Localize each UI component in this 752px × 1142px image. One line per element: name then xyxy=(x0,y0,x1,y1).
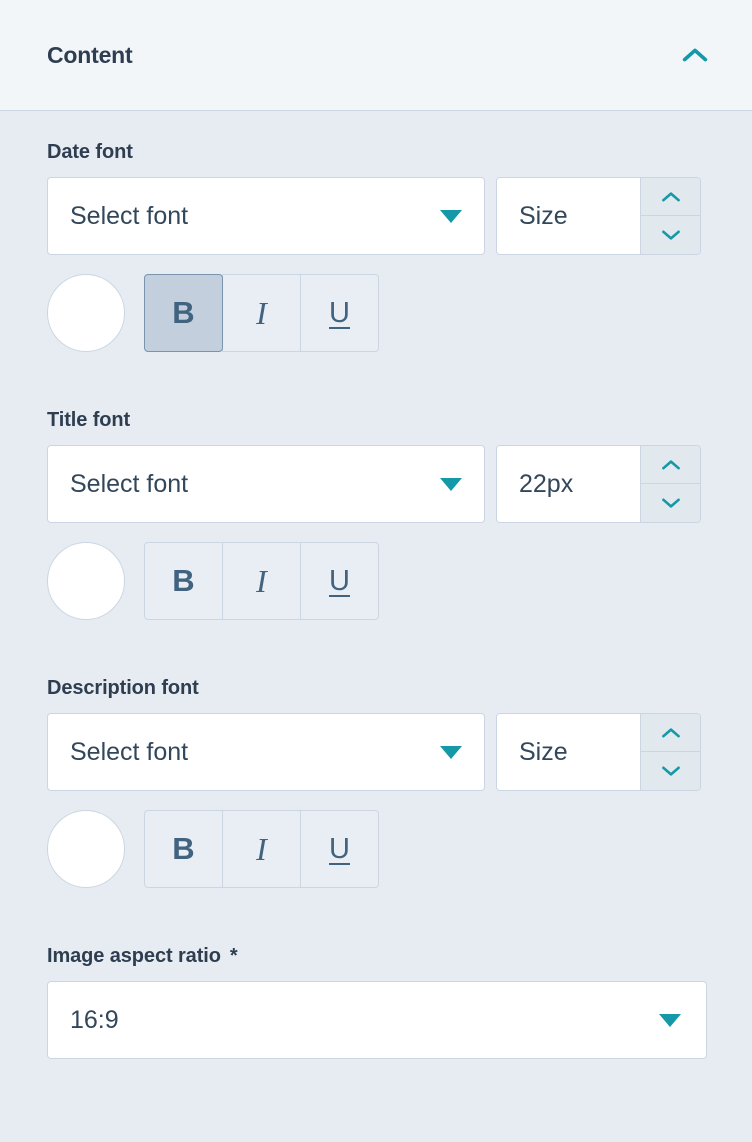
date-font-style-row: B I U xyxy=(47,274,705,352)
date-font-bold-button[interactable]: B xyxy=(144,274,223,352)
title-font-size-decrement-button[interactable] xyxy=(641,484,700,522)
bold-icon: B xyxy=(172,831,195,866)
content-settings-panel: Content Date font Select font Size B I U… xyxy=(0,0,752,1142)
date-font-style-buttons: B I U xyxy=(144,274,379,352)
description-font-underline-button[interactable]: U xyxy=(300,810,379,888)
date-font-label: Date font xyxy=(47,141,133,163)
description-font-size-stepper xyxy=(640,714,700,790)
title-font-size-increment-button[interactable] xyxy=(641,446,700,484)
date-font-size-combo xyxy=(496,177,701,255)
description-font-bold-button[interactable]: B xyxy=(144,810,223,888)
chevron-down-icon xyxy=(440,745,462,759)
title-font-italic-button[interactable]: I xyxy=(222,542,301,620)
date-font-size-stepper xyxy=(640,178,700,254)
description-font-size-decrement-button[interactable] xyxy=(641,752,700,790)
required-asterisk: * xyxy=(229,945,238,967)
panel-body: Date font Select font Size B I U Title f… xyxy=(0,111,752,1142)
description-font-select-value: Select font xyxy=(70,737,189,766)
chevron-up-icon xyxy=(661,191,680,201)
date-font-size-input[interactable] xyxy=(497,178,640,254)
description-font-select[interactable]: Select font xyxy=(47,713,485,791)
title-font-size-input[interactable] xyxy=(497,446,640,522)
description-font-size-combo xyxy=(496,713,701,791)
title-font-size-combo xyxy=(496,445,701,523)
title-font-underline-button[interactable]: U xyxy=(300,542,379,620)
title-font-bold-button[interactable]: B xyxy=(144,542,223,620)
underline-icon: U xyxy=(329,564,350,597)
image-aspect-ratio-value: 16:9 xyxy=(70,1005,119,1034)
bold-icon: B xyxy=(172,563,195,598)
date-font-size-decrement-button[interactable] xyxy=(641,216,700,254)
collapse-panel-button[interactable] xyxy=(678,38,712,72)
image-aspect-ratio-label: Image aspect ratio * xyxy=(47,945,705,968)
description-font-color-swatch[interactable] xyxy=(47,810,125,888)
chevron-down-icon xyxy=(440,477,462,491)
title-font-size-stepper xyxy=(640,446,700,522)
date-font-underline-button[interactable]: U xyxy=(300,274,379,352)
chevron-down-icon xyxy=(440,209,462,223)
title-font-color-swatch[interactable] xyxy=(47,542,125,620)
title-font-select[interactable]: Select font xyxy=(47,445,485,523)
title-font-select-value: Select font xyxy=(70,469,189,498)
description-font-style-buttons: B I U xyxy=(144,810,379,888)
description-font-group: Description font Select font Size B I U xyxy=(47,677,705,888)
title-font-group: Title font Select font 22px B I U xyxy=(47,409,705,620)
chevron-down-icon xyxy=(661,766,680,776)
chevron-up-icon xyxy=(661,727,680,737)
underline-icon: U xyxy=(329,296,350,329)
date-font-color-swatch[interactable] xyxy=(47,274,125,352)
title-font-label: Title font xyxy=(47,409,131,431)
italic-icon: I xyxy=(256,294,267,331)
date-font-row: Select font xyxy=(47,177,705,255)
chevron-down-icon xyxy=(661,230,680,240)
underline-icon: U xyxy=(329,832,350,865)
image-aspect-ratio-select[interactable]: 16:9 xyxy=(47,981,707,1059)
description-font-style-row: B I U xyxy=(47,810,705,888)
bold-icon: B xyxy=(172,295,195,330)
description-font-italic-button[interactable]: I xyxy=(222,810,301,888)
description-font-label: Description font xyxy=(47,677,199,699)
title-font-row: Select font xyxy=(47,445,705,523)
description-font-size-increment-button[interactable] xyxy=(641,714,700,752)
description-font-row: Select font xyxy=(47,713,705,791)
image-aspect-ratio-group: Image aspect ratio * 16:9 xyxy=(47,945,707,1059)
image-aspect-ratio-label-text: Image aspect ratio xyxy=(47,945,221,967)
date-font-select-value: Select font xyxy=(70,201,189,230)
panel-header: Content xyxy=(0,0,752,111)
page-title: Content xyxy=(47,41,133,68)
chevron-down-icon xyxy=(661,498,680,508)
italic-icon: I xyxy=(256,562,267,599)
title-font-style-row: B I U xyxy=(47,542,705,620)
date-font-select[interactable]: Select font xyxy=(47,177,485,255)
italic-icon: I xyxy=(256,830,267,867)
date-font-group: Date font Select font Size B I U xyxy=(47,141,705,352)
chevron-down-icon xyxy=(659,1013,681,1027)
chevron-up-icon xyxy=(661,459,680,469)
date-font-italic-button[interactable]: I xyxy=(222,274,301,352)
description-font-size-input[interactable] xyxy=(497,714,640,790)
date-font-size-increment-button[interactable] xyxy=(641,178,700,216)
title-font-style-buttons: B I U xyxy=(144,542,379,620)
chevron-up-icon xyxy=(682,48,708,62)
